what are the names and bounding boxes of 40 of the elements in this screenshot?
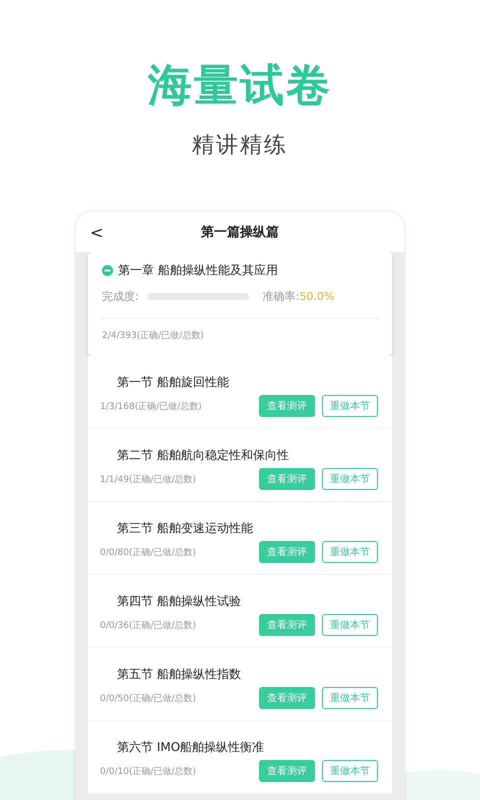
section-row[interactable]: 第一节 船舶旋回性能 1/3/168(正确/已做/总数) 查看测评 重做本节 bbox=[88, 356, 392, 429]
progress-label: 完成度: bbox=[102, 289, 139, 304]
headline: 海量试卷 bbox=[148, 59, 332, 113]
section-title: 第一节 船舶旋回性能 bbox=[116, 374, 230, 391]
section-title: 第四节 船舶操纵性试验 bbox=[116, 593, 242, 610]
collapse-icon[interactable] bbox=[102, 265, 113, 276]
section-row[interactable]: 第三节 船舶变速运动性能 0/0/80(正确/已做/总数) 查看测评 重做本节 bbox=[88, 502, 392, 575]
accuracy-value: 50.0% bbox=[299, 290, 334, 303]
redo-section-button[interactable]: 重做本节 bbox=[322, 541, 378, 563]
chapter-title: 第一章 船舶操纵性能及其应用 bbox=[118, 262, 278, 279]
view-review-button[interactable]: 查看测评 bbox=[259, 614, 315, 636]
section-title: 第三节 船舶变速运动性能 bbox=[116, 520, 254, 537]
section-counts: 0/0/36(正确/已做/总数) bbox=[100, 620, 198, 632]
section-row[interactable]: 第二节 船舶航向稳定性和保向性 1/1/49(正确/已做/总数) 查看测评 重做本节 bbox=[88, 429, 392, 502]
section-counts: 0/0/80(正确/已做/总数) bbox=[100, 546, 198, 558]
section-row[interactable]: 第五节 船舶操纵性指数 0/0/50(正确/已做/总数) 查看测评 重做本节 bbox=[88, 648, 392, 721]
view-review-button[interactable]: 查看测评 bbox=[259, 541, 315, 563]
view-review-button[interactable]: 查看测评 bbox=[259, 468, 315, 490]
section-counts: 1/1/49(正确/已做/总数) bbox=[100, 474, 198, 486]
redo-section-button[interactable]: 重做本节 bbox=[322, 760, 378, 782]
section-counts: 1/3/168(正确/已做/总数) bbox=[100, 400, 203, 412]
redo-section-button[interactable]: 重做本节 bbox=[322, 468, 378, 490]
back-button[interactable]: < bbox=[90, 222, 104, 242]
view-review-button[interactable]: 查看测评 bbox=[259, 760, 315, 782]
section-counts: 0/0/50(正确/已做/总数) bbox=[100, 692, 198, 704]
accuracy-label: 准确率: bbox=[262, 289, 300, 304]
view-review-button[interactable]: 查看测评 bbox=[259, 395, 315, 417]
chapter-counts: 2/4/393(正确/已做/总数) bbox=[102, 331, 204, 341]
page-title: 第一篇操纵篇 bbox=[201, 224, 279, 241]
section-title: 第二节 船舶航向稳定性和保向性 bbox=[116, 447, 290, 464]
redo-section-button[interactable]: 重做本节 bbox=[322, 687, 378, 709]
redo-section-button[interactable]: 重做本节 bbox=[322, 395, 378, 417]
section-row[interactable]: 第六节 IMO船舶操纵性衡准 0/0/10(正确/已做/总数) 查看测评 重做本节 bbox=[88, 721, 392, 794]
subheadline: 精讲精练 bbox=[192, 132, 288, 160]
section-row[interactable]: 第四节 船舶操纵性试验 0/0/36(正确/已做/总数) 查看测评 重做本节 bbox=[88, 575, 392, 648]
view-review-button[interactable]: 查看测评 bbox=[259, 687, 315, 709]
section-counts: 0/0/10(正确/已做/总数) bbox=[100, 766, 198, 778]
section-title: 第六节 IMO船舶操纵性衡准 bbox=[116, 739, 266, 756]
section-title: 第五节 船舶操纵性指数 bbox=[116, 666, 242, 683]
redo-section-button[interactable]: 重做本节 bbox=[322, 614, 378, 636]
